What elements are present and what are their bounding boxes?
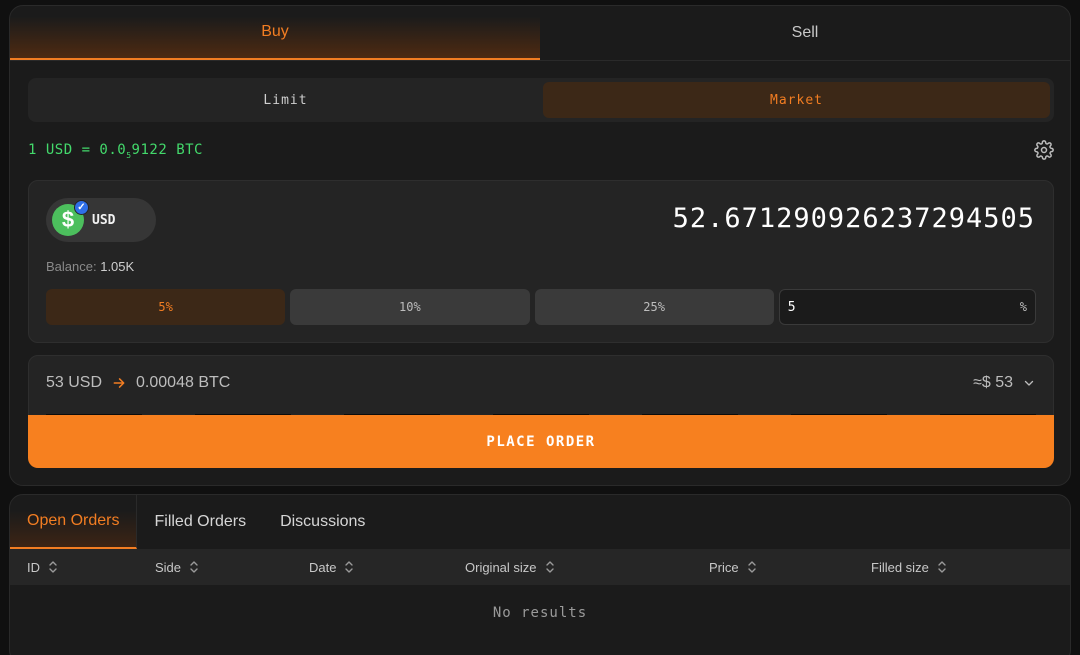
exchange-rate-suffix: 9122 BTC (131, 142, 203, 158)
column-label: Price (709, 559, 739, 575)
column-label: Side (155, 559, 182, 575)
percent-5-button[interactable]: 5% (46, 289, 286, 325)
exchange-rate-prefix: 1 USD = 0.0 (28, 142, 127, 158)
from-amount: 53 USD (46, 374, 103, 391)
percent-buttons: 5% 10% 25% % (46, 289, 1036, 325)
order-summary: 53 USD 0.00048 BTC ≈$ 53 (28, 355, 1054, 418)
balance-value: 1.05K (100, 259, 135, 274)
balance-label: Balance: (46, 259, 97, 274)
amount-value[interactable]: 52.671290926237294505 (673, 203, 1035, 234)
usd-estimate: ≈$ 53 (973, 374, 1013, 391)
verified-check-icon: ✓ (74, 200, 89, 215)
column-header-id[interactable]: ID (27, 549, 58, 585)
amount-input-box: $ ✓ USD 52.671290926237294505 Balance: 1… (28, 180, 1054, 343)
custom-percent-input[interactable] (787, 299, 1020, 315)
sort-icon (190, 561, 198, 573)
column-header-original-size[interactable]: Original size (465, 549, 555, 585)
dollar-icon: $ ✓ (52, 200, 89, 236)
tab-buy[interactable]: Buy (10, 6, 540, 60)
order-type-market[interactable]: Market (543, 82, 1050, 118)
tab-open-orders[interactable]: Open Orders (10, 495, 138, 549)
sort-icon (49, 561, 57, 573)
percent-sign: % (1019, 300, 1027, 314)
column-label: Original size (465, 559, 537, 575)
sort-icon (747, 561, 756, 573)
sort-icon (345, 561, 354, 573)
place-order-button[interactable]: PLACE ORDER (28, 415, 1054, 468)
tab-discussions[interactable]: Discussions (263, 495, 382, 549)
side-tabs: Buy Sell (10, 6, 1070, 61)
orders-tabs: Open Orders Filled Orders Discussions (10, 495, 382, 549)
gear-icon[interactable] (1034, 140, 1054, 160)
column-label: Filled size (871, 559, 929, 575)
column-header-price[interactable]: Price (709, 549, 757, 585)
custom-percent-field: % (778, 289, 1036, 325)
sort-icon (938, 561, 946, 573)
column-header-side[interactable]: Side (155, 549, 199, 585)
balance: Balance: 1.05K (46, 259, 134, 274)
order-type-limit[interactable]: Limit (32, 82, 539, 118)
to-amount: 0.00048 BTC (136, 374, 231, 391)
orders-table-header: ID Side Date Original size Price Filled … (10, 549, 1070, 585)
token-selector[interactable]: $ ✓ USD (46, 198, 156, 242)
arrow-right-icon (113, 378, 125, 388)
orders-panel: Open Orders Filled Orders Discussions ID… (9, 494, 1071, 655)
exchange-rate: 1 USD = 0.059122 BTC (28, 142, 203, 160)
trade-panel: Buy Sell Limit Market 1 USD = 0.059122 B… (9, 5, 1071, 486)
summary-expand-toggle[interactable]: ≈$ 53 (973, 374, 1035, 392)
empty-state: No results (492, 605, 588, 621)
order-type-toggle: Limit Market (28, 78, 1054, 122)
conversion-summary: 53 USD 0.00048 BTC (46, 374, 230, 392)
percent-10-button[interactable]: 10% (290, 289, 530, 325)
percent-25-button[interactable]: 25% (534, 289, 774, 325)
column-header-date[interactable]: Date (309, 549, 354, 585)
tab-filled-orders[interactable]: Filled Orders (137, 495, 263, 549)
token-symbol: USD (92, 212, 116, 228)
column-label: Date (309, 559, 337, 575)
column-header-filled-size[interactable]: Filled size (871, 549, 947, 585)
tab-sell[interactable]: Sell (540, 6, 1070, 60)
sort-icon (545, 561, 554, 573)
chevron-down-icon (1024, 380, 1034, 386)
column-label: ID (27, 559, 40, 575)
